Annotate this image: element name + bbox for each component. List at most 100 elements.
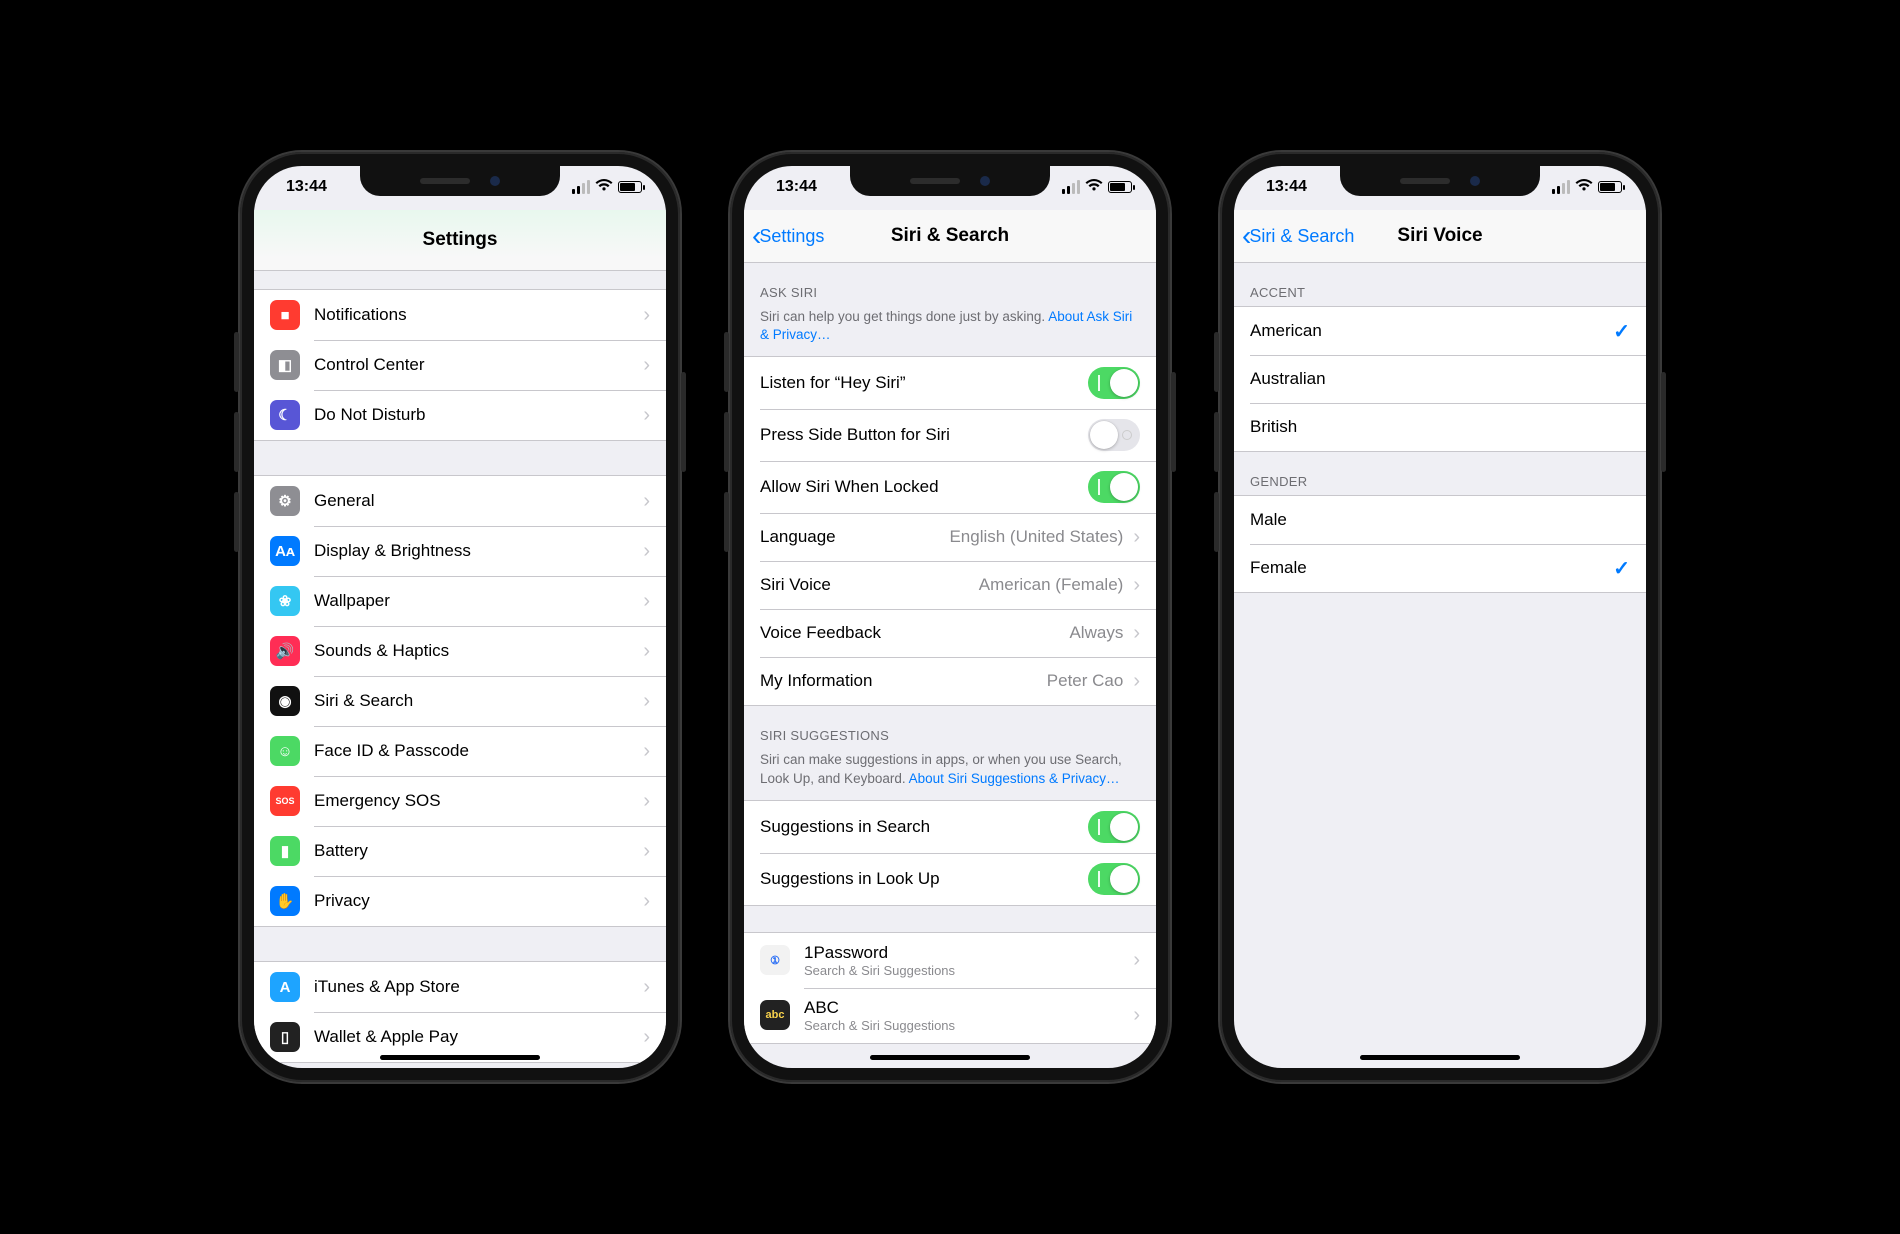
chevron-right-icon: › xyxy=(643,690,650,713)
settings-row-display-brightness[interactable]: AᴀDisplay & Brightness› xyxy=(254,526,666,576)
settings-row-notifications[interactable]: ■Notifications› xyxy=(254,290,666,340)
back-label: Siri & Search xyxy=(1249,226,1354,247)
row-label: Sounds & Haptics xyxy=(314,641,641,661)
notifications-icon: ■ xyxy=(270,300,300,330)
app-row-1password[interactable]: ①1PasswordSearch & Siri Suggestions› xyxy=(744,933,1156,988)
group-footer-suggestions: Siri can make suggestions in apps, or wh… xyxy=(744,749,1156,799)
toggle[interactable] xyxy=(1088,471,1140,503)
row-suggestions-in-look-up[interactable]: Suggestions in Look Up xyxy=(744,853,1156,905)
chevron-right-icon: › xyxy=(1133,526,1140,549)
app-icon: abc xyxy=(760,1000,790,1030)
settings-row-do-not-disturb[interactable]: ☾Do Not Disturb› xyxy=(254,390,666,440)
row-label: Face ID & Passcode xyxy=(314,741,641,761)
settings-row-itunes-app-store[interactable]: AiTunes & App Store› xyxy=(254,962,666,1012)
settings-row-emergency-sos[interactable]: SOSEmergency SOS› xyxy=(254,776,666,826)
row-language[interactable]: LanguageEnglish (United States)› xyxy=(744,513,1156,561)
accent-option-australian[interactable]: Australian xyxy=(1234,355,1646,403)
sos-icon: SOS xyxy=(270,786,300,816)
back-button[interactable]: ‹ Siri & Search xyxy=(1242,210,1354,262)
row-my-information[interactable]: My InformationPeter Cao› xyxy=(744,657,1156,705)
device-frame: 13:44 ‹ Settings Siri & Search ASK SIRI … xyxy=(730,152,1170,1082)
app-row-abc[interactable]: abcABCSearch & Siri Suggestions› xyxy=(744,988,1156,1043)
siri-search-list[interactable]: ASK SIRI Siri can help you get things do… xyxy=(744,263,1156,1068)
gender-option-female[interactable]: Female✓ xyxy=(1234,544,1646,592)
row-label: Do Not Disturb xyxy=(314,405,641,425)
toggle[interactable] xyxy=(1088,811,1140,843)
group-footer-ask-siri: Siri can help you get things done just b… xyxy=(744,306,1156,356)
row-label: Listen for “Hey Siri” xyxy=(760,373,1088,393)
nav-bar: ‹ Siri & Search Siri Voice xyxy=(1234,210,1646,263)
settings-row-battery[interactable]: ▮Battery› xyxy=(254,826,666,876)
wifi-icon xyxy=(595,178,613,196)
toggle[interactable] xyxy=(1088,419,1140,451)
settings-row-control-center[interactable]: ◧Control Center› xyxy=(254,340,666,390)
notch xyxy=(850,166,1050,196)
wifi-icon xyxy=(1085,178,1103,196)
settings-list[interactable]: ■Notifications›◧Control Center›☾Do Not D… xyxy=(254,271,666,1068)
back-button[interactable]: ‹ Settings xyxy=(752,210,824,262)
home-indicator[interactable] xyxy=(870,1055,1030,1060)
back-label: Settings xyxy=(759,226,824,247)
battery-icon xyxy=(618,181,642,193)
row-siri-voice[interactable]: Siri VoiceAmerican (Female)› xyxy=(744,561,1156,609)
app-icon: ① xyxy=(760,945,790,975)
settings-row-face-id-passcode[interactable]: ☺Face ID & Passcode› xyxy=(254,726,666,776)
cellular-signal-icon xyxy=(572,180,590,194)
app-title: 1Password xyxy=(804,943,1131,963)
chevron-right-icon: › xyxy=(643,490,650,513)
status-time: 13:44 xyxy=(286,178,327,196)
row-label: Siri & Search xyxy=(314,691,641,711)
row-label: Privacy xyxy=(314,891,641,911)
accent-option-british[interactable]: British xyxy=(1234,403,1646,451)
status-time: 13:44 xyxy=(1266,178,1307,196)
toggle[interactable] xyxy=(1088,367,1140,399)
privacy-link[interactable]: About Siri Suggestions & Privacy… xyxy=(909,771,1120,786)
row-allow-siri-when-locked[interactable]: Allow Siri When Locked xyxy=(744,461,1156,513)
checkmark-icon: ✓ xyxy=(1613,556,1630,581)
row-label: Voice Feedback xyxy=(760,623,1069,643)
group-header-ask-siri: ASK SIRI xyxy=(744,263,1156,306)
settings-row-sounds-haptics[interactable]: 🔊Sounds & Haptics› xyxy=(254,626,666,676)
gender-option-male[interactable]: Male xyxy=(1234,496,1646,544)
row-detail: Peter Cao xyxy=(1047,671,1124,691)
chevron-right-icon: › xyxy=(643,840,650,863)
wallet-icon: ▯ xyxy=(270,1022,300,1052)
row-label: Wallet & Apple Pay xyxy=(314,1027,641,1047)
home-indicator[interactable] xyxy=(380,1055,540,1060)
option-label: American xyxy=(1250,321,1613,341)
siri-voice-list[interactable]: ACCENT American✓AustralianBritish GENDER… xyxy=(1234,263,1646,1068)
chevron-right-icon: › xyxy=(643,354,650,377)
row-voice-feedback[interactable]: Voice FeedbackAlways› xyxy=(744,609,1156,657)
chevron-right-icon: › xyxy=(643,890,650,913)
row-detail: American (Female) xyxy=(979,575,1124,595)
cellular-signal-icon xyxy=(1062,180,1080,194)
general-icon: ⚙ xyxy=(270,486,300,516)
privacy-icon: ✋ xyxy=(270,886,300,916)
settings-row-siri-search[interactable]: ◉Siri & Search› xyxy=(254,676,666,726)
chevron-right-icon: › xyxy=(1133,574,1140,597)
chevron-right-icon: › xyxy=(643,304,650,327)
chevron-right-icon: › xyxy=(643,640,650,663)
status-time: 13:44 xyxy=(776,178,817,196)
battery-icon xyxy=(1598,181,1622,193)
row-label: Wallpaper xyxy=(314,591,641,611)
settings-row-wallpaper[interactable]: ❀Wallpaper› xyxy=(254,576,666,626)
toggle[interactable] xyxy=(1088,863,1140,895)
row-suggestions-in-search[interactable]: Suggestions in Search xyxy=(744,801,1156,853)
chevron-right-icon: › xyxy=(643,976,650,999)
notch xyxy=(1340,166,1540,196)
row-label: iTunes & App Store xyxy=(314,977,641,997)
row-label: Emergency SOS xyxy=(314,791,641,811)
settings-row-general[interactable]: ⚙General› xyxy=(254,476,666,526)
wifi-icon xyxy=(1575,178,1593,196)
page-title: Siri & Search xyxy=(891,225,1009,247)
row-label: Suggestions in Look Up xyxy=(760,869,1088,889)
row-press-side-button-for-siri[interactable]: Press Side Button for Siri xyxy=(744,409,1156,461)
settings-row-privacy[interactable]: ✋ Privacy› xyxy=(254,876,666,926)
group-header-suggestions: SIRI SUGGESTIONS xyxy=(744,706,1156,749)
home-indicator[interactable] xyxy=(1360,1055,1520,1060)
accent-option-american[interactable]: American✓ xyxy=(1234,307,1646,355)
option-label: Male xyxy=(1250,510,1630,530)
group-header-accent: ACCENT xyxy=(1234,263,1646,306)
row-listen-for-hey-siri-[interactable]: Listen for “Hey Siri” xyxy=(744,357,1156,409)
